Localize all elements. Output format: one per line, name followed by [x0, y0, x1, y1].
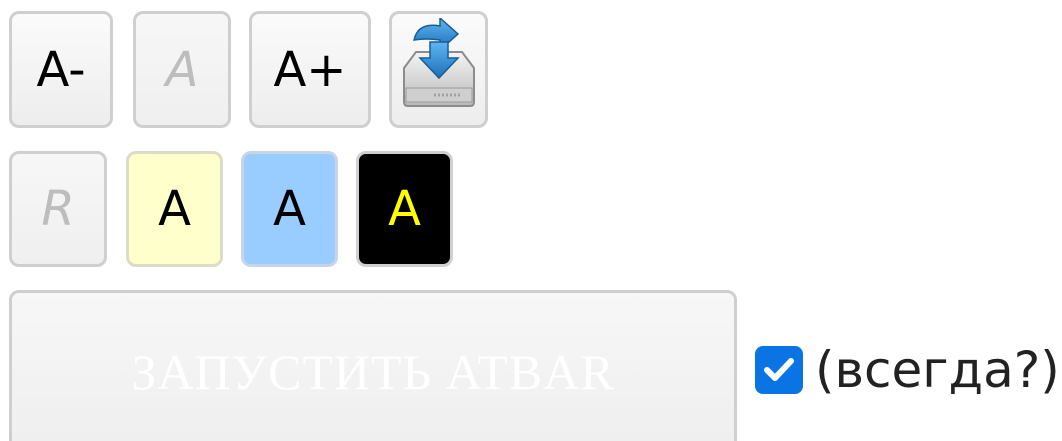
reset-scheme-button[interactable]: R	[9, 151, 107, 267]
black-scheme-button[interactable]: A	[356, 151, 453, 267]
atbar-launcher: A- A A+ R A A A ЗАПУСТИТЬ ATBAR (всегда?…	[0, 0, 1062, 441]
always-option: (всегда?)	[755, 335, 1060, 405]
reset-font-button[interactable]: A	[133, 11, 231, 128]
blue-scheme-label: A	[273, 181, 306, 237]
increase-font-label: A+	[273, 41, 347, 98]
yellow-scheme-label: A	[158, 181, 191, 237]
save-button[interactable]	[389, 11, 488, 128]
increase-font-button[interactable]: A+	[249, 11, 371, 128]
reset-font-label: A	[165, 41, 199, 98]
decrease-font-button[interactable]: A-	[9, 11, 113, 128]
checkmark-icon	[764, 358, 794, 381]
save-tray-icon	[396, 15, 482, 122]
always-checkbox[interactable]	[755, 346, 803, 394]
blue-scheme-button[interactable]: A	[241, 151, 338, 267]
black-scheme-label: A	[388, 181, 421, 237]
always-label: (всегда?)	[815, 341, 1060, 399]
launch-atbar-button[interactable]: ЗАПУСТИТЬ ATBAR	[9, 290, 737, 441]
yellow-scheme-button[interactable]: A	[126, 151, 223, 267]
decrease-font-label: A-	[36, 41, 86, 98]
reset-scheme-label: R	[41, 181, 75, 237]
launch-atbar-label: ЗАПУСТИТЬ ATBAR	[131, 344, 615, 400]
